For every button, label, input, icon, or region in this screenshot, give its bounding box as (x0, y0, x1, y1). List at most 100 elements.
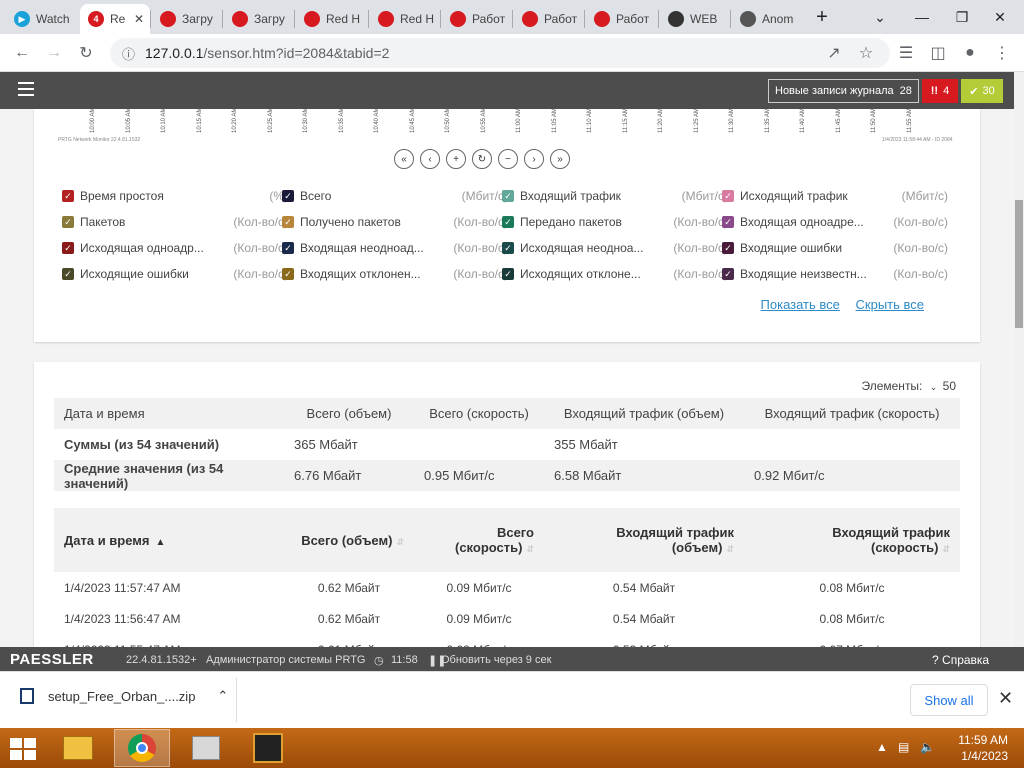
checkbox-icon[interactable]: ✓ (282, 242, 294, 254)
checkbox-icon[interactable]: ✓ (502, 268, 514, 280)
bookmark-star-icon[interactable]: ☆ (854, 42, 878, 64)
legend-channel-toggle[interactable]: ✓ Входящих отклонен... (Кол-во/с) (282, 265, 508, 283)
browser-tab[interactable]: Работ (586, 4, 656, 34)
chevron-down-icon[interactable]: ⌄ (860, 0, 900, 34)
browser-tab[interactable]: ▶ Watch (6, 4, 76, 34)
legend-channel-toggle[interactable]: ✓ Передано пакетов (Кол-во/с) (502, 213, 728, 231)
browser-tab[interactable]: Red H (296, 4, 366, 34)
show-all-link[interactable]: Показать все (761, 297, 840, 312)
checkbox-icon[interactable]: ✓ (722, 268, 734, 280)
file-explorer-icon[interactable] (50, 729, 106, 767)
zoom-in-icon[interactable]: + (446, 149, 466, 169)
app-window-icon[interactable] (240, 729, 296, 767)
show-all-downloads-button[interactable]: Show all (910, 684, 988, 716)
sensors-up-badge[interactable]: ✔ 30 (961, 79, 1003, 103)
browser-tab[interactable]: Red H (370, 4, 440, 34)
hide-all-link[interactable]: Скрыть все (856, 297, 924, 312)
address-bar[interactable]: ⓘ 127.0.0.1/sensor.htm?id=2084&tabid=2 (110, 38, 890, 68)
chevron-up-icon[interactable]: ⌃ (217, 688, 228, 704)
refresh-countdown[interactable]: Обновить через 9 сек (441, 654, 551, 666)
page-scrollbar[interactable] (1014, 72, 1024, 647)
system-clock[interactable]: 11:59 AM 1/4/2023 (958, 732, 1008, 764)
info-icon[interactable]: ⓘ (122, 44, 135, 63)
sort-total-speed-header[interactable]: Всего (скорость) ⇵ (414, 508, 544, 572)
close-window-button[interactable]: ✕ (980, 0, 1020, 34)
browser-tab[interactable]: Anom (732, 4, 808, 34)
share-icon[interactable]: ↗ (822, 42, 846, 64)
legend-channel-toggle[interactable]: ✓ Входящие ошибки (Кол-во/с) (722, 239, 948, 257)
alarms-down-badge[interactable]: !! 4 (922, 79, 958, 103)
legend-channel-toggle[interactable]: ✓ Исходящие ошибки (Кол-во/с) (62, 265, 288, 283)
checkbox-icon[interactable]: ✓ (62, 190, 74, 202)
show-hidden-icons[interactable]: ▲ (876, 740, 888, 754)
checkbox-icon[interactable]: ✓ (502, 216, 514, 228)
summary-header-cell: Всего (объем) (306, 406, 392, 421)
new-log-entries-button[interactable]: Новые записи журнала 28 (768, 79, 919, 103)
browser-tab[interactable]: Работ (442, 4, 512, 34)
back-button[interactable]: ← (10, 42, 34, 64)
legend-channel-toggle[interactable]: ✓ Исходящих отклоне... (Кол-во/с) (502, 265, 728, 283)
page-scrollbar-thumb[interactable] (1015, 200, 1023, 328)
checkbox-icon[interactable]: ✓ (502, 190, 514, 202)
legend-channel-toggle[interactable]: ✓ Входящие неизвестн... (Кол-во/с) (722, 265, 948, 283)
reading-list-icon[interactable]: ☰ (894, 42, 918, 64)
close-tab-icon[interactable]: ✕ (134, 12, 144, 26)
checkbox-icon[interactable]: ✓ (722, 242, 734, 254)
minimize-button[interactable]: — (902, 0, 942, 34)
profile-avatar-icon[interactable]: ● (958, 42, 982, 64)
forward-button[interactable]: → (42, 42, 66, 64)
maximize-button[interactable]: ❐ (942, 0, 982, 34)
user-link[interactable]: Администратор системы PRTG (206, 654, 365, 666)
legend-channel-toggle[interactable]: ✓ Входящая одноадре... (Кол-во/с) (722, 213, 948, 231)
checkbox-icon[interactable]: ✓ (62, 268, 74, 280)
zoom-out-icon[interactable]: − (498, 149, 518, 169)
checkbox-icon[interactable]: ✓ (62, 216, 74, 228)
checkbox-icon[interactable]: ✓ (282, 216, 294, 228)
prtg-desktop-icon[interactable] (178, 729, 234, 767)
volume-icon[interactable]: 🔈 (920, 740, 935, 754)
sort-total-volume-header[interactable]: Всего (объем) ⇵ (284, 508, 414, 572)
checkbox-icon[interactable]: ✓ (722, 190, 734, 202)
pan-far-left-icon[interactable]: « (394, 149, 414, 169)
chrome-icon[interactable] (114, 729, 170, 767)
browser-tab[interactable]: Загру (152, 4, 222, 34)
browser-tab[interactable]: Загру (224, 4, 294, 34)
sort-in-volume-header[interactable]: Входящий трафик (объем) ⇵ (544, 508, 744, 572)
new-tab-button[interactable]: + (802, 0, 842, 34)
checkbox-icon[interactable]: ✓ (502, 242, 514, 254)
download-item[interactable]: setup_Free_Orban_....zip ⌃ (20, 688, 228, 704)
sort-date-header[interactable]: Дата и время ▲ (54, 508, 284, 572)
close-icon[interactable]: ✕ (998, 688, 1013, 709)
windows-start-button[interactable] (10, 738, 36, 760)
pan-far-right-icon[interactable]: » (550, 149, 570, 169)
browser-tab[interactable]: 4 Re ✕ (80, 4, 150, 34)
legend-channel-toggle[interactable]: ✓ Исходящая неодноа... (Кол-во/с) (502, 239, 728, 257)
pan-left-icon[interactable]: ‹ (420, 149, 440, 169)
legend-channel-toggle[interactable]: ✓ Всего (Мбит/с) (282, 187, 508, 205)
browser-tab[interactable]: Работ (514, 4, 584, 34)
items-per-page[interactable]: Элементы: ⌄ 50 (861, 379, 956, 393)
legend-channel-toggle[interactable]: ✓ Исходящий трафик (Мбит/с) (722, 187, 948, 205)
pan-right-icon[interactable]: › (524, 149, 544, 169)
checkbox-icon[interactable]: ✓ (62, 242, 74, 254)
legend-channel-toggle[interactable]: ✓ Входящий трафик (Мбит/с) (502, 187, 728, 205)
tab-favicon-icon: 4 (88, 11, 104, 27)
browser-tab[interactable]: WEB (660, 4, 730, 34)
legend-channel-toggle[interactable]: ✓ Исходящая одноадр... (Кол-во/с) (62, 239, 288, 257)
legend-channel-toggle[interactable]: ✓ Получено пакетов (Кол-во/с) (282, 213, 508, 231)
checkbox-icon[interactable]: ✓ (282, 190, 294, 202)
sort-in-speed-header[interactable]: Входящий трафик (скорость) ⇵ (744, 508, 960, 572)
reload-button[interactable]: ↻ (74, 42, 98, 64)
legend-channel-toggle[interactable]: ✓ Входящая неодноад... (Кол-во/с) (282, 239, 508, 257)
legend-channel-toggle[interactable]: ✓ Пакетов (Кол-во/с) (62, 213, 288, 231)
checkbox-icon[interactable]: ✓ (282, 268, 294, 280)
reset-zoom-icon[interactable]: ↻ (472, 149, 492, 169)
legend-channel-toggle[interactable]: ✓ Время простоя (%) (62, 187, 288, 205)
menu-kebab-icon[interactable]: ⋮ (990, 42, 1014, 64)
tab-favicon-icon (522, 11, 538, 27)
checkbox-icon[interactable]: ✓ (722, 216, 734, 228)
network-icon[interactable]: ▤ (898, 740, 909, 754)
hamburger-menu-icon[interactable] (18, 82, 34, 96)
side-panel-icon[interactable]: ◫ (926, 42, 950, 64)
help-link[interactable]: ? Справка (932, 653, 989, 667)
